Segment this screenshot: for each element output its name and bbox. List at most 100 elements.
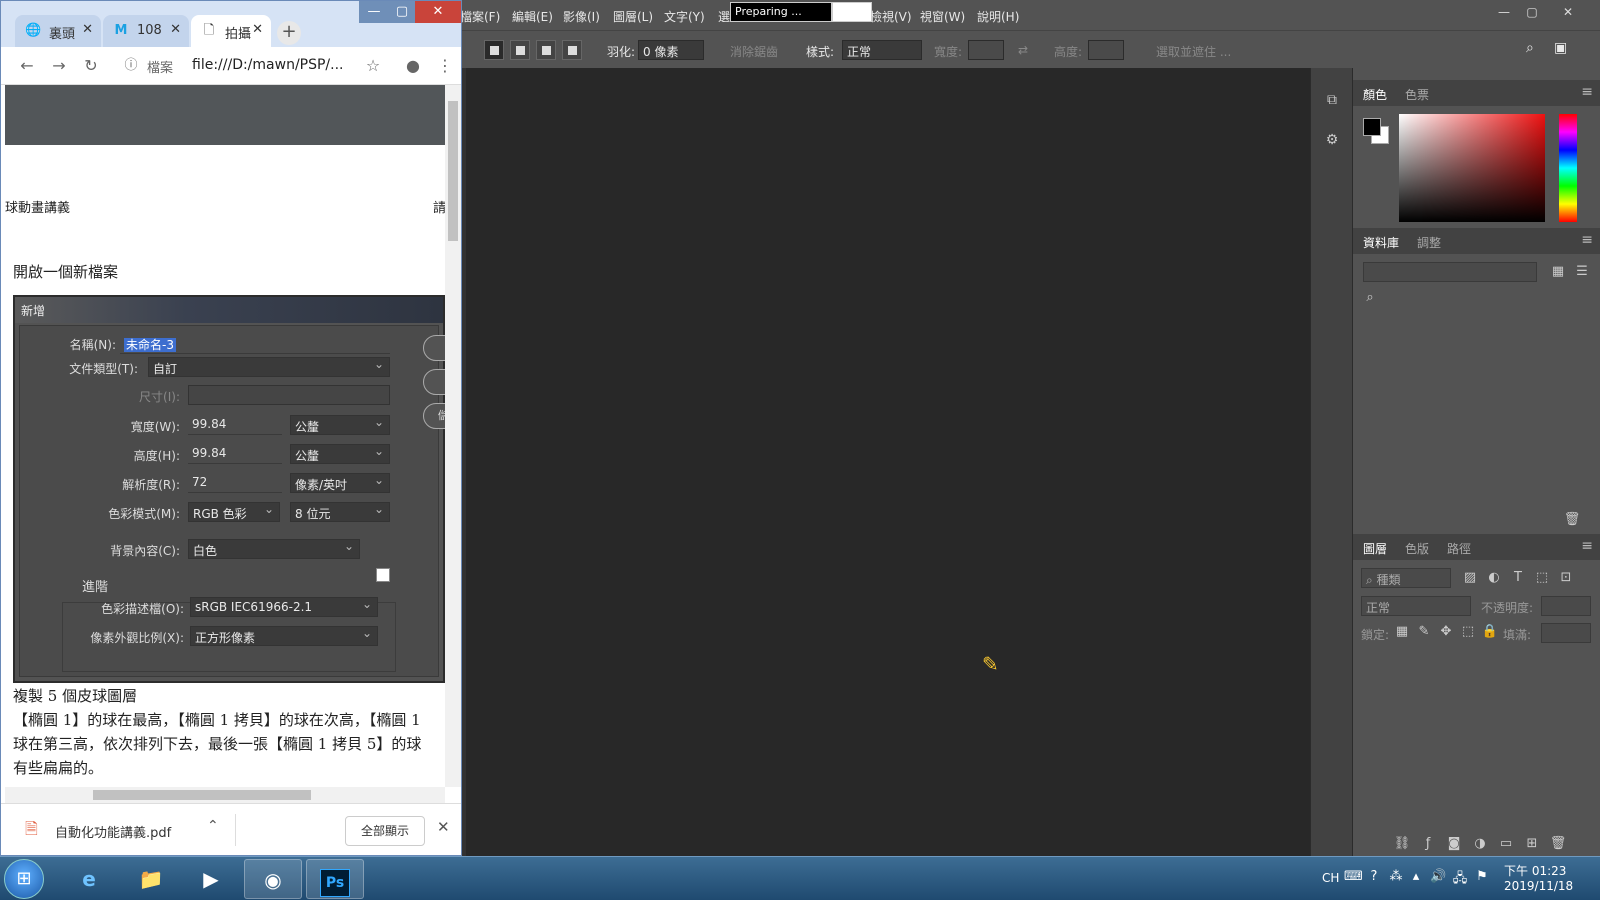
- lock-position-icon[interactable]: ✥: [1437, 624, 1455, 642]
- filter-adjust-icon[interactable]: ◐: [1485, 570, 1503, 588]
- ime-icon[interactable]: ⁂: [1388, 869, 1404, 885]
- keyboard-icon[interactable]: ⌨: [1344, 869, 1363, 885]
- action-center-icon[interactable]: ⚑: [1474, 869, 1490, 885]
- opacity-input[interactable]: [1541, 596, 1591, 616]
- height-input[interactable]: [1088, 40, 1124, 60]
- select-and-mask-button[interactable]: 選取並遮住 ...: [1156, 43, 1231, 60]
- lock-all-icon[interactable]: 🔒: [1481, 624, 1499, 642]
- address-bar[interactable]: file:///D:/mawn/PSP/...: [192, 57, 344, 73]
- ie-icon[interactable]: e: [60, 859, 118, 899]
- menu-view[interactable]: 檢視(V): [870, 8, 912, 25]
- explorer-icon[interactable]: 📁: [122, 859, 180, 899]
- add-selection-icon[interactable]: [510, 40, 530, 60]
- fx-icon[interactable]: ƒ: [1419, 836, 1437, 854]
- chrome-maximize-icon[interactable]: ▢: [389, 1, 415, 23]
- horizontal-scrollbar[interactable]: [5, 787, 445, 803]
- panel-menu-icon[interactable]: ≡: [1581, 538, 1593, 554]
- adjustment-layer-icon[interactable]: ◑: [1471, 836, 1489, 854]
- close-download-bar-icon[interactable]: ✕: [437, 818, 450, 836]
- profile-icon[interactable]: ●: [403, 56, 423, 76]
- menu-layer[interactable]: 圖層(L): [613, 8, 653, 25]
- ps-close-icon[interactable]: ✕: [1556, 4, 1580, 20]
- new-group-icon[interactable]: ▭: [1497, 836, 1515, 854]
- horizontal-scroll-thumb[interactable]: [93, 790, 311, 800]
- filter-shape-icon[interactable]: ⬚: [1533, 570, 1551, 588]
- layer-kind-filter[interactable]: ⌕ 種類: [1361, 568, 1451, 588]
- menu-help[interactable]: 說明(H): [977, 8, 1019, 25]
- search-icon[interactable]: ⌕: [1526, 40, 1534, 56]
- help-icon[interactable]: ?: [1366, 869, 1382, 885]
- grid-view-icon[interactable]: ▦: [1549, 264, 1567, 282]
- ps-maximize-icon[interactable]: ▢: [1520, 4, 1544, 20]
- menu-type[interactable]: 文字(Y): [664, 8, 705, 25]
- show-all-button[interactable]: 全部顯示: [345, 816, 425, 846]
- tab-color[interactable]: 顏色: [1363, 86, 1387, 103]
- library-search-icon[interactable]: ⌕: [1361, 290, 1379, 308]
- foreground-color-swatch[interactable]: [1363, 118, 1381, 136]
- tab-swatches[interactable]: 色票: [1405, 86, 1429, 103]
- filter-smart-icon[interactable]: ⊡: [1557, 570, 1575, 588]
- delete-layer-icon[interactable]: 🗑: [1549, 836, 1567, 854]
- clock-time[interactable]: 下午 01:23: [1504, 862, 1566, 879]
- feather-input[interactable]: 0 像素: [638, 40, 704, 60]
- photoshop-taskbar-button[interactable]: Ps: [306, 859, 364, 899]
- blend-mode-select[interactable]: 正常: [1361, 596, 1471, 616]
- tab-layers[interactable]: 圖層: [1363, 540, 1387, 557]
- tab-2[interactable]: M 108 ✕: [103, 15, 189, 47]
- forward-icon[interactable]: →: [49, 56, 69, 76]
- close-icon[interactable]: ✕: [252, 22, 263, 37]
- ps-minimize-icon[interactable]: —: [1492, 4, 1516, 20]
- menu-select[interactable]: 選: [718, 8, 730, 25]
- language-indicator[interactable]: CH: [1322, 871, 1339, 885]
- download-item[interactable]: 自動化功能講義.pdf: [55, 822, 171, 841]
- properties-panel-icon[interactable]: ⚙: [1322, 132, 1342, 152]
- vertical-scrollbar[interactable]: [445, 85, 461, 787]
- tab-channels[interactable]: 色版: [1405, 540, 1429, 557]
- chevron-up-icon[interactable]: ⌃: [207, 818, 219, 834]
- chrome-close-icon[interactable]: ✕: [415, 1, 461, 23]
- menu-window[interactable]: 視窗(W): [920, 8, 965, 25]
- new-tab-button[interactable]: +: [277, 21, 301, 45]
- tray-expand-icon[interactable]: ▴: [1408, 869, 1424, 885]
- lock-transparent-icon[interactable]: ▦: [1393, 624, 1411, 642]
- reload-icon[interactable]: ↻: [81, 56, 101, 76]
- tab-1[interactable]: 🌐 裏頭 ✕: [15, 15, 101, 47]
- hue-slider[interactable]: [1559, 114, 1577, 222]
- swap-icon[interactable]: ⇄: [1018, 43, 1028, 57]
- library-select[interactable]: [1363, 262, 1537, 282]
- volume-icon[interactable]: 🔊: [1430, 869, 1446, 885]
- canvas-area[interactable]: [466, 68, 1310, 856]
- add-mask-icon[interactable]: ◙: [1445, 836, 1463, 854]
- link-layers-icon[interactable]: ⛓: [1393, 836, 1411, 854]
- lock-artboard-icon[interactable]: ⬚: [1459, 624, 1477, 642]
- antialias-checkbox[interactable]: 消除鋸齒: [730, 43, 778, 60]
- tab-libraries[interactable]: 資料庫: [1363, 234, 1399, 251]
- list-view-icon[interactable]: ☰: [1573, 264, 1591, 282]
- subtract-selection-icon[interactable]: [536, 40, 556, 60]
- network-icon[interactable]: 🖧: [1452, 869, 1468, 886]
- width-input[interactable]: [968, 40, 1004, 60]
- panel-menu-icon[interactable]: ≡: [1581, 84, 1593, 100]
- close-icon[interactable]: ✕: [82, 22, 93, 37]
- chrome-minimize-icon[interactable]: —: [359, 1, 389, 23]
- menu-image[interactable]: 影像(I): [563, 8, 600, 25]
- chrome-taskbar-icon[interactable]: ◉: [244, 859, 302, 899]
- menu-kebab-icon[interactable]: ⋮: [435, 56, 455, 76]
- start-button[interactable]: ⊞: [4, 859, 44, 899]
- color-picker-field[interactable]: [1399, 114, 1545, 222]
- style-select[interactable]: 正常: [842, 40, 922, 60]
- panel-menu-icon[interactable]: ≡: [1581, 232, 1593, 248]
- menu-file[interactable]: 檔案(F): [460, 8, 500, 25]
- media-player-icon[interactable]: ▶: [182, 859, 240, 899]
- lock-pixels-icon[interactable]: ✎: [1415, 624, 1433, 642]
- history-panel-icon[interactable]: ⧉: [1322, 92, 1342, 112]
- filter-image-icon[interactable]: ▨: [1461, 570, 1479, 588]
- intersect-selection-icon[interactable]: [562, 40, 582, 60]
- tab-3-active[interactable]: 🗋 拍攝 ✕: [191, 15, 271, 47]
- info-icon[interactable]: ⓘ: [121, 56, 141, 76]
- new-selection-icon[interactable]: [484, 40, 504, 60]
- close-icon[interactable]: ✕: [170, 22, 181, 37]
- menu-edit[interactable]: 編輯(E): [512, 8, 553, 25]
- clock-date[interactable]: 2019/11/18: [1504, 879, 1573, 893]
- library-trash-icon[interactable]: 🗑: [1563, 512, 1581, 530]
